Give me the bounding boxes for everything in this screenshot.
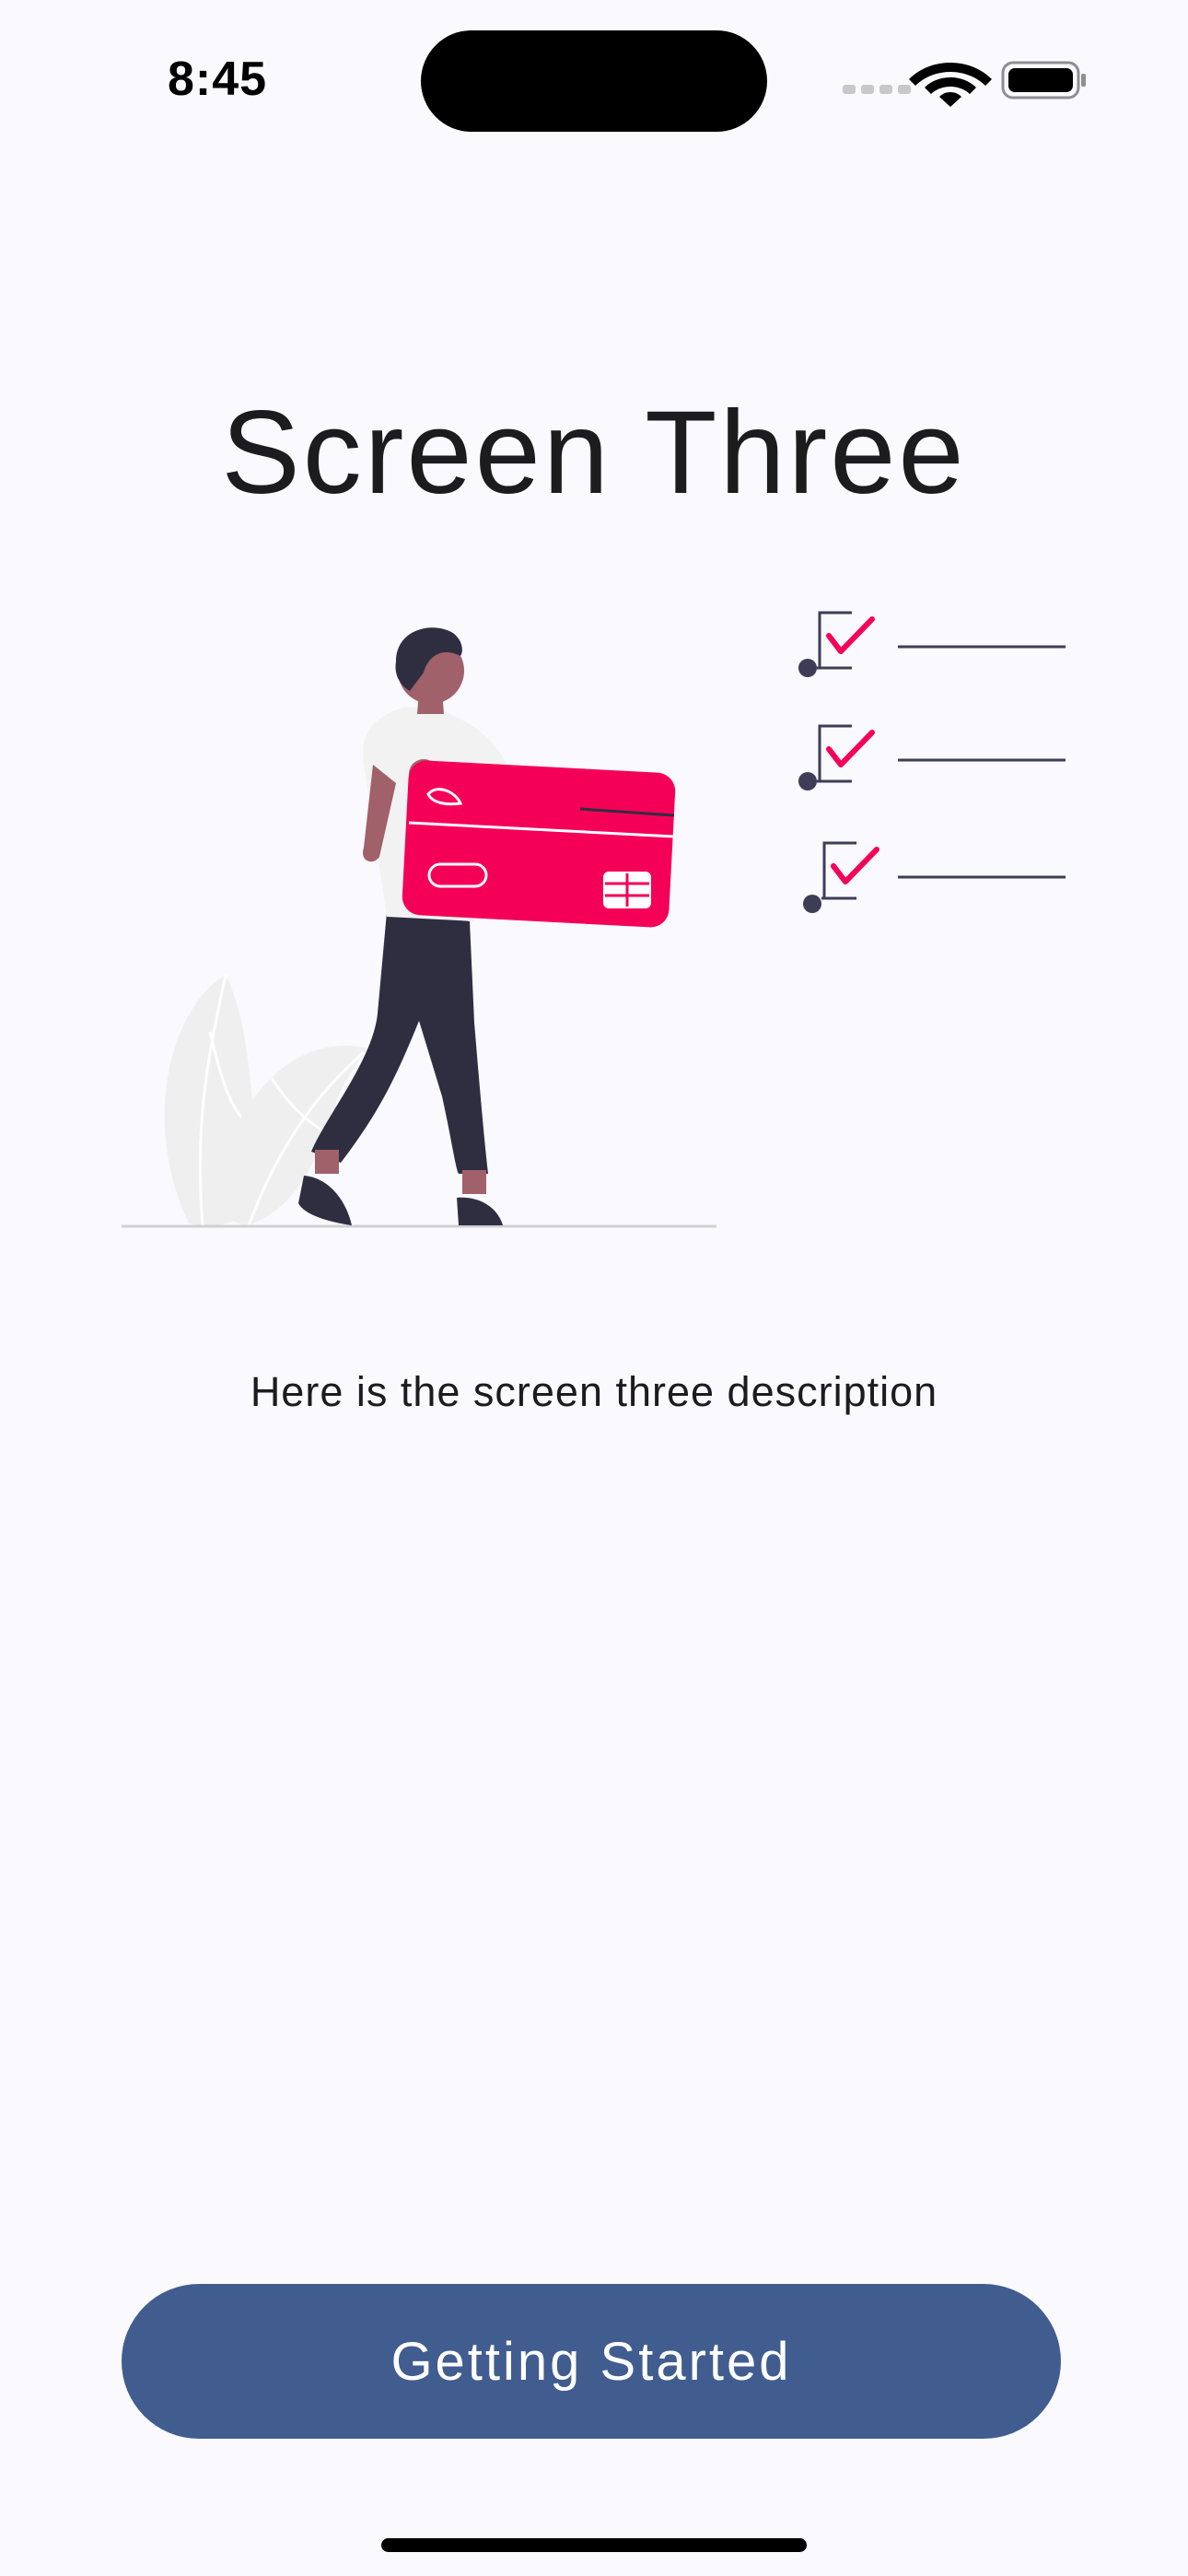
home-indicator[interactable]	[381, 2538, 807, 2552]
credit-card-illustration	[402, 760, 676, 928]
checkbox-checked-icon	[798, 724, 875, 790]
getting-started-button[interactable]: Getting Started	[122, 2284, 1061, 2439]
checkbox-checked-icon	[803, 841, 879, 913]
checkbox-checked-icon	[798, 611, 875, 677]
wifi-icon	[909, 63, 992, 107]
plant-illustration	[164, 974, 368, 1226]
person-figure	[298, 627, 584, 1225]
person-holding-credit-card-illustration	[122, 611, 1066, 1228]
checklist-row	[798, 724, 1066, 790]
status-icons	[843, 61, 1086, 107]
checklist-row	[803, 841, 1066, 913]
page-description: Here is the screen three description	[250, 1368, 938, 1415]
page-title: Screen Three	[221, 387, 967, 519]
cellular-signal-icon	[843, 85, 911, 94]
dynamic-island	[421, 30, 767, 132]
battery-icon	[1001, 61, 1086, 100]
status-time: 8:45	[168, 53, 268, 106]
checklist-row	[798, 611, 1066, 677]
status-bar: 8:45	[0, 0, 1188, 166]
